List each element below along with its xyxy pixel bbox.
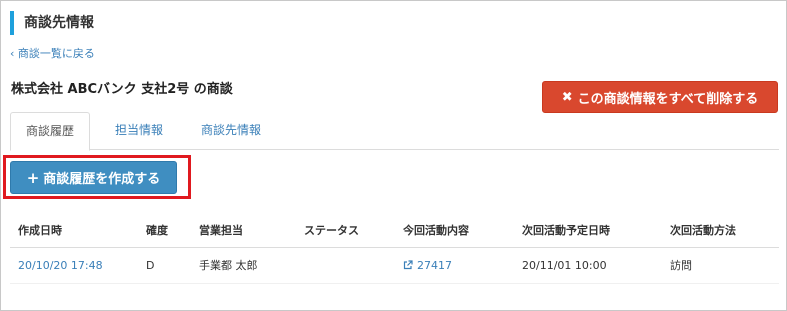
content-panel: 商談先情報 ‹ 商談一覧に戻る 株式会社 ABCバンク 支社2号 の商談 ✖ こ… [0,0,787,311]
delete-all-button-label: この商談情報をすべて削除する [577,91,759,107]
column-header: 今回活動内容 [395,213,514,248]
table-header-row: 作成日時 確度 営業担当 ステータス 今回活動内容 次回活動予定日時 次回活動方… [10,213,779,248]
column-header: 次回活動方法 [662,213,779,248]
delete-all-button[interactable]: ✖ この商談情報をすべて削除する [542,81,778,113]
sales-rep-cell: 手業都 太郎 [191,247,296,284]
activity-link[interactable]: 27417 [417,259,452,272]
column-header: 作成日時 [10,213,138,248]
column-header: ステータス [296,213,395,248]
tab-assignee[interactable]: 担当情報 [97,112,181,150]
table-row[interactable]: 20/10/20 17:48 D 手業都 太郎 27417 20/11/01 1… [10,247,779,284]
activity-link-cell[interactable]: 27417 [395,247,514,284]
next-method-cell: 訪問 [662,247,779,284]
column-header: 営業担当 [191,213,296,248]
created-at-link[interactable]: 20/10/20 17:48 [10,247,138,284]
history-table: 作成日時 確度 営業担当 ステータス 今回活動内容 次回活動予定日時 次回活動方… [10,213,779,284]
section-title: 商談先情報 [10,11,94,35]
external-link-icon [403,259,413,270]
page-title: 株式会社 ABCバンク 支社2号 の商談 [11,82,233,97]
create-history-button[interactable]: + 商談履歴を作成する [10,161,177,194]
column-header: 確度 [138,213,191,248]
next-date-cell: 20/11/01 10:00 [514,247,662,284]
create-history-button-label: 商談履歴を作成する [43,172,161,187]
probability-cell: D [138,247,191,284]
close-icon: ✖ [561,89,573,105]
tab-client-info[interactable]: 商談先情報 [186,112,276,150]
column-header: 次回活動予定日時 [514,213,662,248]
back-to-list-link[interactable]: ‹ 商談一覧に戻る [10,47,95,61]
tab-bar: 商談履歴 担当情報 商談先情報 [10,112,779,151]
plus-icon: + [26,168,40,187]
tab-history[interactable]: 商談履歴 [10,112,90,151]
status-cell [296,247,395,284]
